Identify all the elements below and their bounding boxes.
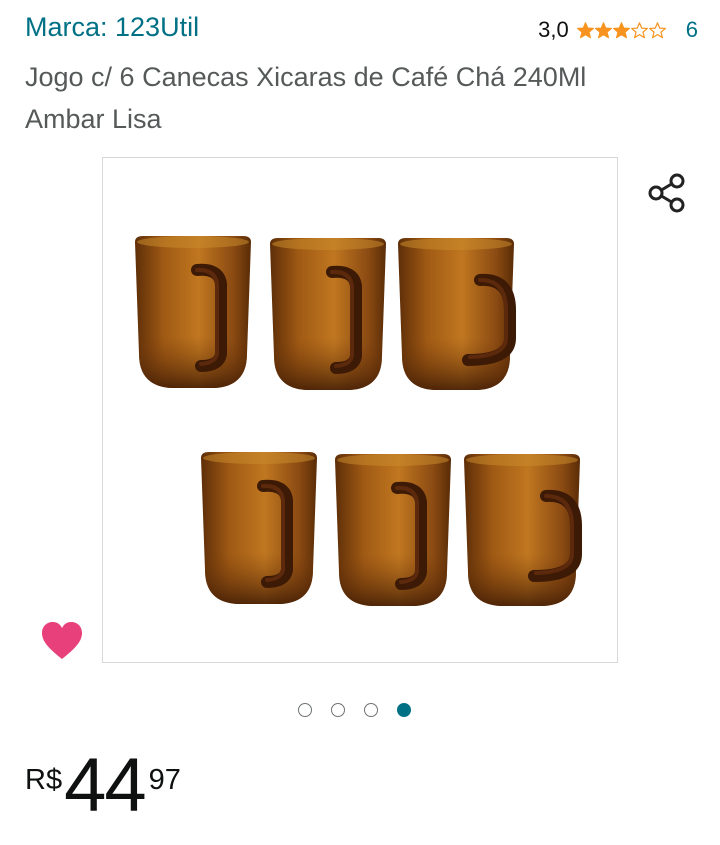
price-currency: R$ — [25, 764, 63, 796]
rating-count-link[interactable]: 6 — [686, 17, 698, 43]
price: R$ 44 97 — [25, 748, 181, 824]
product-title: Jogo c/ 6 Canecas Xicaras de Café Chá 24… — [25, 62, 587, 134]
mug-5 — [335, 454, 451, 606]
heart-icon[interactable] — [40, 620, 84, 662]
price-fraction: 97 — [148, 764, 181, 796]
carousel-dot[interactable] — [298, 703, 312, 717]
carousel-dot[interactable] — [397, 703, 411, 717]
mug-1 — [135, 236, 251, 388]
brand-link[interactable]: Marca: 123Util — [25, 12, 199, 43]
mug-6 — [464, 454, 580, 606]
star-filled-icon — [612, 21, 630, 38]
star-empty-icon — [648, 21, 666, 38]
star-rating — [576, 21, 666, 39]
mug-3 — [398, 238, 514, 390]
star-empty-icon — [630, 21, 648, 38]
product-image[interactable] — [102, 157, 618, 663]
amber-mugs-photo — [103, 158, 618, 663]
star-filled-icon — [594, 21, 612, 38]
rating-summary[interactable]: 3,0 6 — [538, 17, 698, 43]
share-icon[interactable] — [647, 172, 687, 214]
mug-4 — [201, 452, 317, 604]
carousel-dot[interactable] — [364, 703, 378, 717]
image-carousel-indicator — [298, 703, 411, 717]
mug-2 — [270, 238, 386, 390]
carousel-dot[interactable] — [331, 703, 345, 717]
star-filled-icon — [576, 21, 594, 38]
price-whole: 44 — [64, 743, 147, 828]
rating-value: 3,0 — [538, 17, 569, 42]
